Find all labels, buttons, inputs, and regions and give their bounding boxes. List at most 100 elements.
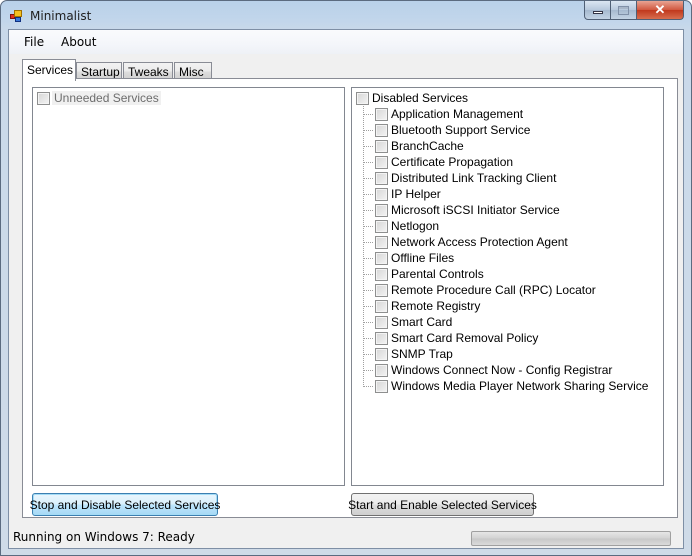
tree-connector-line: [364, 322, 373, 323]
tree-item[interactable]: Microsoft iSCSI Initiator Service: [375, 202, 560, 218]
unneeded-services-tree[interactable]: Unneeded Services: [32, 87, 345, 486]
maximize-icon: [618, 5, 629, 15]
checkbox[interactable]: [375, 299, 388, 313]
checkbox[interactable]: [375, 283, 388, 297]
checkbox[interactable]: [375, 251, 388, 265]
close-icon: ✕: [654, 2, 666, 17]
tree-connector-line: [364, 354, 373, 355]
tree-connector-line: [364, 274, 373, 275]
tree-item[interactable]: Remote Registry: [375, 298, 480, 314]
tree-item-label: BranchCache: [391, 139, 464, 153]
tree-item-label: Bluetooth Support Service: [391, 123, 531, 137]
app-icon: [10, 10, 22, 22]
tree-item[interactable]: Distributed Link Tracking Client: [375, 170, 556, 186]
tree-connector-line: [364, 386, 373, 387]
menu-file[interactable]: File: [24, 35, 44, 49]
tree-connector-line: [364, 210, 373, 211]
stop-disable-button[interactable]: Stop and Disable Selected Services: [30, 493, 220, 516]
tree-connector-line: [364, 162, 373, 163]
tree-item-label: Remote Registry: [391, 299, 481, 313]
tree-item-label: IP Helper: [391, 187, 441, 201]
app-window: Minimalist ✕ File About Services Startup…: [0, 0, 692, 556]
tree-item[interactable]: Windows Connect Now - Config Registrar: [375, 362, 612, 378]
menu-about[interactable]: About: [61, 35, 96, 49]
status-text: Running on Windows 7: Ready: [13, 530, 195, 544]
checkbox[interactable]: [375, 123, 388, 137]
tree-item[interactable]: BranchCache: [375, 138, 464, 154]
tree-connector-line: [364, 290, 373, 291]
tree-item[interactable]: Certificate Propagation: [375, 154, 513, 170]
tree-connector-line: [364, 146, 373, 147]
tree-item[interactable]: Netlogon: [375, 218, 439, 234]
minimize-button[interactable]: [584, 1, 611, 20]
checkbox[interactable]: [375, 315, 388, 329]
tree-item-label: Smart Card Removal Policy: [391, 331, 539, 345]
tree-item[interactable]: IP Helper: [375, 186, 441, 202]
tree-connector-line: [364, 130, 373, 131]
tree-connector-line: [364, 370, 373, 371]
tree-connector-line: [364, 242, 373, 243]
tree-item-label: Windows Media Player Network Sharing Ser…: [391, 379, 649, 393]
tree-item-label: Offline Files: [391, 251, 455, 265]
tree-item-label: Network Access Protection Agent: [391, 235, 568, 249]
tree-item-label: Remote Procedure Call (RPC) Locator: [391, 283, 596, 297]
start-enable-button[interactable]: Start and Enable Selected Services: [348, 493, 537, 516]
tree-item[interactable]: Windows Media Player Network Sharing Ser…: [375, 378, 648, 394]
tree-root-label: Disabled Services: [372, 91, 469, 105]
tree-connector-line: [364, 194, 373, 195]
checkbox[interactable]: [375, 219, 388, 233]
tree-connector-line: [363, 106, 364, 387]
checkbox[interactable]: [375, 267, 388, 281]
checkbox[interactable]: [375, 187, 388, 201]
tree-connector-line: [364, 306, 373, 307]
disabled-services-tree[interactable]: Disabled Services Application Management…: [351, 87, 664, 486]
checkbox[interactable]: [375, 155, 388, 169]
checkbox[interactable]: [375, 139, 388, 153]
tree-item-label: Application Management: [391, 107, 524, 121]
client-area: File About Services Startup Tweaks Misc …: [8, 29, 684, 549]
menu-bar: File About: [9, 30, 683, 54]
tree-item[interactable]: Bluetooth Support Service: [375, 122, 530, 138]
tree-item[interactable]: Application Management: [375, 106, 523, 122]
status-bar: Running on Windows 7: Ready: [9, 526, 683, 548]
checkbox[interactable]: [375, 363, 388, 377]
checkbox[interactable]: [375, 331, 388, 345]
tree-item[interactable]: SNMP Trap: [375, 346, 453, 362]
tree-item-label: Smart Card: [391, 315, 453, 329]
tree-item-label: Certificate Propagation: [391, 155, 514, 169]
tree-root-disabled-services[interactable]: Disabled Services: [356, 90, 468, 106]
checkbox[interactable]: [375, 171, 388, 185]
minimize-icon: [592, 11, 603, 14]
checkbox[interactable]: [375, 235, 388, 249]
tree-item-label: Parental Controls: [391, 267, 484, 281]
tree-item[interactable]: Smart Card: [375, 314, 452, 330]
window-title: Minimalist: [30, 9, 92, 23]
tree-connector-line: [364, 226, 373, 227]
close-button[interactable]: ✕: [637, 1, 684, 20]
tree-item[interactable]: Parental Controls: [375, 266, 484, 282]
checkbox[interactable]: [375, 379, 388, 393]
maximize-button[interactable]: [611, 1, 637, 20]
tree-item[interactable]: Network Access Protection Agent: [375, 234, 568, 250]
tree-connector-line: [364, 338, 373, 339]
checkbox[interactable]: [375, 347, 388, 361]
tab-services[interactable]: Services: [22, 59, 76, 81]
checkbox[interactable]: [375, 203, 388, 217]
checkbox: [37, 91, 50, 105]
tree-item[interactable]: Offline Files: [375, 250, 454, 266]
checkbox[interactable]: [375, 107, 388, 121]
checkbox[interactable]: [356, 91, 369, 105]
tree-item-label: SNMP Trap: [391, 347, 453, 361]
tree-item[interactable]: Remote Procedure Call (RPC) Locator: [375, 282, 596, 298]
title-bar[interactable]: Minimalist ✕: [1, 1, 691, 29]
services-tab-page: Unneeded Services Disabled Services Appl…: [22, 78, 678, 518]
tree-item-label: Microsoft iSCSI Initiator Service: [391, 203, 560, 217]
tree-connector-line: [364, 178, 373, 179]
tree-item[interactable]: Smart Card Removal Policy: [375, 330, 538, 346]
tree-item-label: Distributed Link Tracking Client: [391, 171, 557, 185]
progress-bar: [471, 531, 671, 546]
tree-item-label: Windows Connect Now - Config Registrar: [391, 363, 613, 377]
tree-connector-line: [364, 258, 373, 259]
tree-connector-line: [364, 114, 373, 115]
tree-root-label: Unneeded Services: [52, 91, 161, 105]
